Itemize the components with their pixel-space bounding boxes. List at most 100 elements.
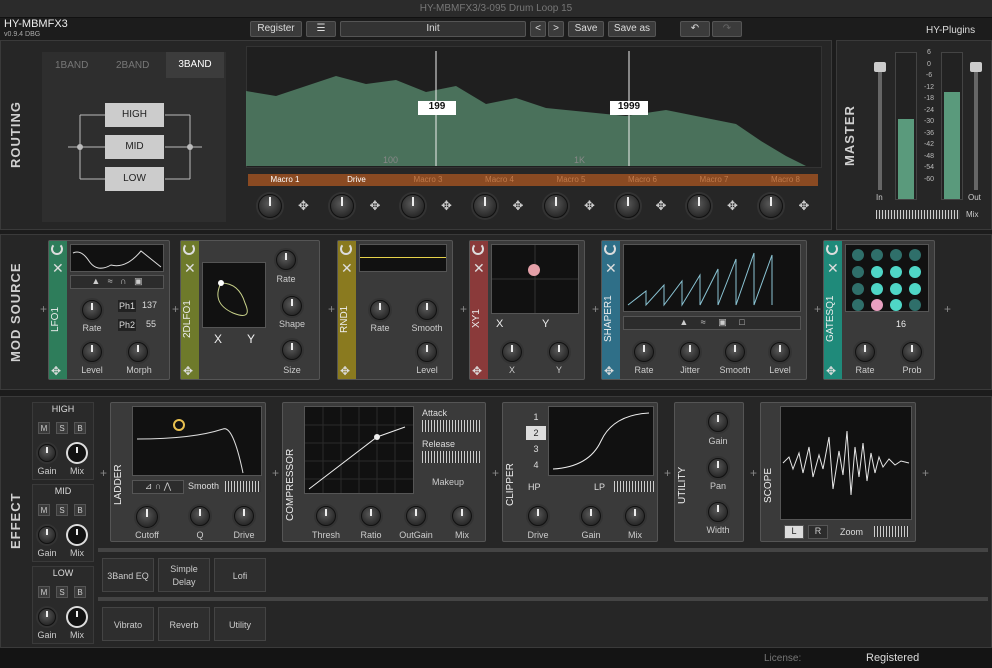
band-s-button[interactable]: S (56, 586, 68, 598)
comp-makeup-label[interactable]: Makeup (432, 477, 464, 487)
ph1-value[interactable]: 137 (142, 300, 157, 310)
chain-slot[interactable]: Lofi (214, 558, 266, 592)
in-fader[interactable] (878, 62, 882, 190)
2dlfo1-remove-icon[interactable]: ✕ (184, 261, 196, 275)
macro-8-knob[interactable] (758, 194, 783, 218)
clipper-gain-knob[interactable] (581, 506, 601, 526)
ladder-filter-type[interactable]: ⊿ ∩ ⋀ (132, 480, 184, 494)
scope-zoom-slider[interactable] (874, 526, 910, 537)
utility-gain-knob[interactable] (708, 412, 728, 432)
2dlfo1-rate-knob[interactable] (276, 250, 296, 270)
add-mod-icon[interactable]: + (944, 302, 951, 316)
clipper-mode-1[interactable]: 1 (526, 410, 546, 424)
macro-4-move-icon[interactable]: ✥ (513, 198, 524, 214)
xy1-pad[interactable] (491, 244, 579, 314)
add-effect-icon[interactable]: + (750, 466, 757, 480)
comp-release-slider[interactable] (422, 451, 480, 463)
ladder-q-knob[interactable] (190, 506, 210, 526)
add-effect-icon[interactable]: + (664, 466, 671, 480)
band-b-button[interactable]: B (74, 586, 86, 598)
xy1-remove-icon[interactable]: ✕ (473, 261, 485, 275)
crossover-low-marker[interactable]: 199 (418, 101, 456, 115)
macro-1-knob[interactable] (258, 194, 282, 218)
band-mix-knob[interactable] (68, 526, 86, 544)
shaper1-smooth-knob[interactable] (725, 342, 745, 362)
band-low[interactable]: LOW (105, 167, 164, 191)
macro-2-move-icon[interactable]: ✥ (370, 198, 381, 214)
band-b-button[interactable]: B (74, 504, 86, 516)
macro-5-knob[interactable] (544, 194, 568, 218)
lfo1-drag-icon[interactable]: ✥ (51, 364, 61, 378)
band-s-button[interactable]: S (56, 422, 68, 434)
lfo1-remove-icon[interactable]: ✕ (52, 261, 64, 275)
band-mix-knob[interactable] (68, 444, 86, 462)
macro-6-move-icon[interactable]: ✥ (656, 198, 667, 214)
gatesq1-remove-icon[interactable]: ✕ (827, 261, 839, 275)
shaper1-level-knob[interactable] (770, 342, 790, 362)
add-effect-icon[interactable]: + (922, 466, 929, 480)
band-high[interactable]: HIGH (105, 103, 164, 127)
shaper1-buttons[interactable]: ▲ ≈ ▣ □ (623, 316, 801, 330)
rnd1-smooth-knob[interactable] (417, 300, 437, 320)
chain-slot[interactable]: Simple Delay (158, 558, 210, 592)
chain-slot[interactable]: Utility (214, 607, 266, 641)
redo-icon[interactable]: ↷ (712, 21, 742, 37)
add-mod-icon[interactable]: + (40, 302, 47, 316)
band-gain-knob[interactable] (38, 444, 56, 462)
lfo1-morph-knob[interactable] (128, 342, 148, 362)
comp-thresh-knob[interactable] (316, 506, 336, 526)
xy1-y-knob[interactable] (549, 342, 569, 362)
2dlfo1-drag-icon[interactable]: ✥ (183, 364, 193, 378)
band-m-button[interactable]: M (38, 504, 50, 516)
macro-5-move-icon[interactable]: ✥ (584, 198, 595, 214)
save-as-button[interactable]: Save as (608, 21, 656, 37)
add-effect-icon[interactable]: + (492, 466, 499, 480)
gatesq1-rate-knob[interactable] (855, 342, 875, 362)
rnd1-rate-knob[interactable] (370, 300, 390, 320)
band-m-button[interactable]: M (38, 422, 50, 434)
gatesq1-prob-knob[interactable] (902, 342, 922, 362)
shaper1-rate-knob[interactable] (634, 342, 654, 362)
macro-4-knob[interactable] (472, 194, 497, 218)
ladder-cutoff-knob[interactable] (136, 506, 158, 528)
comp-attack-slider[interactable] (422, 420, 480, 432)
chain-slot[interactable]: Reverb (158, 607, 210, 641)
preset-name[interactable]: Init (340, 21, 526, 37)
lfo1-power-icon[interactable] (51, 243, 63, 255)
save-button[interactable]: Save (568, 21, 604, 37)
lfo1-rate-knob[interactable] (82, 300, 102, 320)
clipper-lp-slider[interactable] (614, 481, 654, 492)
comp-outgain-knob[interactable] (406, 506, 426, 526)
shaper1-drag-icon[interactable]: ✥ (604, 364, 614, 378)
register-button[interactable]: Register (250, 21, 302, 37)
clipper-drive-knob[interactable] (528, 506, 548, 526)
tab-2band[interactable]: 2BAND (116, 60, 149, 71)
clipper-mode-4[interactable]: 4 (526, 458, 546, 472)
clipper-mode-2[interactable]: 2 (526, 426, 546, 440)
lfo1-shape-buttons[interactable]: ▲ ≈ ∩ ▣ (70, 275, 164, 289)
out-fader[interactable] (974, 62, 978, 190)
add-effect-icon[interactable]: + (100, 466, 107, 480)
gatesq1-drag-icon[interactable]: ✥ (826, 364, 836, 378)
rnd1-power-icon[interactable] (340, 243, 352, 255)
menu-button[interactable]: ☰ (306, 21, 336, 37)
tab-1band[interactable]: 1BAND (55, 60, 88, 71)
add-mod-icon[interactable]: + (460, 302, 467, 316)
comp-mix-knob[interactable] (452, 506, 472, 526)
shaper1-jitter-knob[interactable] (680, 342, 700, 362)
clipper-mode-3[interactable]: 3 (526, 442, 546, 456)
band-b-button[interactable]: B (74, 422, 86, 434)
macro-1-move-icon[interactable]: ✥ (298, 198, 309, 214)
ph2-value[interactable]: 55 (146, 319, 156, 329)
scope-left-button[interactable]: L (784, 525, 804, 539)
rnd1-level-knob[interactable] (417, 342, 437, 362)
2dlfo1-power-icon[interactable] (183, 243, 195, 255)
add-mod-icon[interactable]: + (328, 302, 335, 316)
macro-3-knob[interactable] (401, 194, 425, 218)
undo-icon[interactable]: ↶ (680, 21, 710, 37)
macro-2-knob[interactable] (329, 194, 354, 218)
gatesq1-power-icon[interactable] (826, 243, 838, 255)
macro-6-knob[interactable] (615, 194, 640, 218)
band-m-button[interactable]: M (38, 586, 50, 598)
add-mod-icon[interactable]: + (814, 302, 821, 316)
